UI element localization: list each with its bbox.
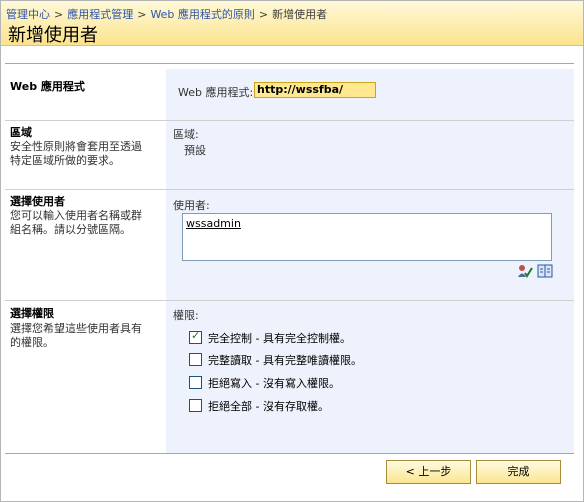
users-field-label: 使用者: [173,199,210,212]
permission-label: 拒絕寫入 - 沒有寫入權限。 [208,377,340,390]
permission-label: 完整讀取 - 具有完整唯讀權限。 [208,354,362,367]
permission-checkbox[interactable]: ✓ [189,329,202,344]
address-book-icon[interactable] [537,264,553,278]
breadcrumb-current: 新增使用者 [272,8,328,21]
users-section-title: 選擇使用者 [10,195,65,208]
breadcrumb-link-central-admin[interactable]: 管理中心 [6,8,50,21]
web-app-selector[interactable]: http://wssfba/ [254,82,376,98]
check-names-icon[interactable] [517,264,533,278]
section-divider-bottom [5,453,574,454]
page-header: 管理中心 > 應用程式管理 > Web 應用程式的原則 > 新增使用者 新增使用者 [1,1,583,46]
back-button[interactable]: < 上一步 [386,460,471,484]
permission-checkbox[interactable] [189,376,202,389]
permissions-field-label: 權限: [173,309,199,322]
zone-value: 預設 [184,144,206,157]
breadcrumb: 管理中心 > 應用程式管理 > Web 應用程式的原則 > 新增使用者 [6,6,327,22]
permission-checkbox[interactable] [189,353,202,366]
permission-label: 完全控制 - 具有完全控制權。 [208,332,351,345]
zone-field-label: 區域: [173,128,199,141]
permission-label: 拒絕全部 - 沒有存取權。 [208,400,329,413]
permissions-section-title: 選擇權限 [10,307,54,320]
permissions-section-description: 選擇您希望這些使用者具有的權限。 [10,322,142,349]
section-divider-top [5,63,574,64]
breadcrumb-separator: > [54,8,64,21]
zone-section-description: 安全性原則將會套用至透過特定區域所做的要求。 [10,140,142,167]
users-input[interactable]: wssadmin [182,213,552,261]
breadcrumb-link-web-app-policy[interactable]: Web 應用程式的原則 [150,8,254,21]
breadcrumb-separator: > [137,8,147,21]
resolved-user-name: wssadmin [186,217,241,230]
section-divider [5,300,574,301]
section-divider [5,189,574,190]
page-title: 新增使用者 [8,25,98,46]
form-input-pane [166,69,574,453]
users-section-description: 您可以輸入使用者名稱或群組名稱。請以分號區隔。 [10,209,142,236]
checkmark-icon: ✓ [191,329,201,342]
section-divider [5,120,574,121]
web-app-field-label: Web 應用程式: [178,86,254,99]
finish-button[interactable]: 完成 [476,460,561,484]
breadcrumb-separator: > [258,8,269,21]
breadcrumb-link-app-management[interactable]: 應用程式管理 [67,8,133,21]
zone-section-title: 區域 [10,126,32,139]
web-app-section-title: Web 應用程式 [10,80,85,93]
permission-checkbox[interactable] [189,399,202,412]
